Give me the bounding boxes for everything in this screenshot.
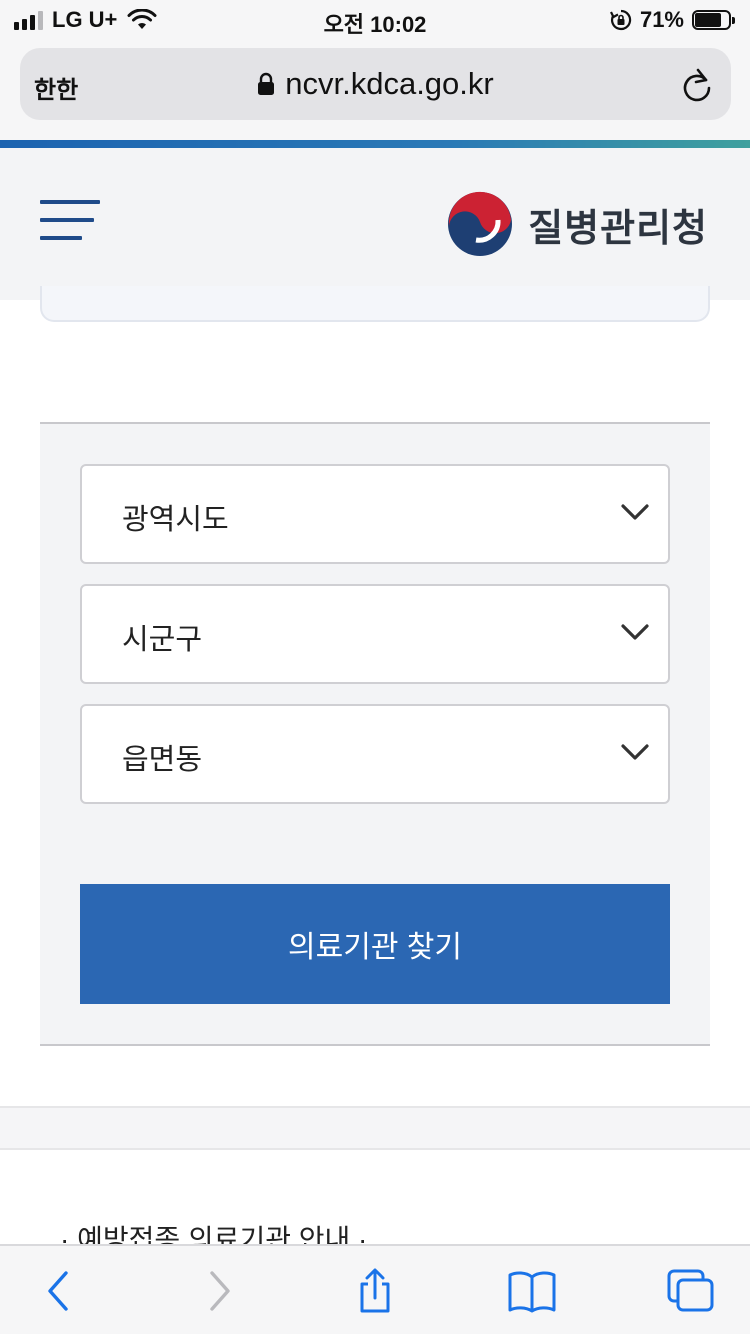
section-divider <box>0 1106 750 1150</box>
tabs-icon[interactable] <box>666 1268 716 1314</box>
back-icon[interactable] <box>34 1268 84 1314</box>
rotation-lock-icon <box>609 9 632 31</box>
status-bar: LG U+ 오전 10:02 71% <box>0 0 750 40</box>
reload-icon[interactable] <box>681 68 713 102</box>
header-accent-line <box>0 140 750 148</box>
bookmarks-icon[interactable] <box>507 1268 557 1314</box>
province-select-label: 광역시도 <box>122 504 229 536</box>
battery-icon <box>692 9 736 31</box>
previous-card <box>40 286 710 322</box>
url-text: ncvr.kdca.go.kr <box>285 66 494 101</box>
url-display[interactable]: ncvr.kdca.go.kr <box>20 66 731 102</box>
share-icon[interactable] <box>350 1268 400 1314</box>
institution-search-panel: 광역시도 시군구 읍면동 의료기관 찾기 <box>40 422 710 1046</box>
find-institution-button[interactable]: 의료기관 찾기 <box>80 884 670 1004</box>
chevron-down-icon <box>621 624 649 640</box>
province-select[interactable]: 광역시도 <box>80 464 670 564</box>
org-name: 질병관리청 <box>528 207 708 250</box>
address-bar[interactable]: 한한 ncvr.kdca.go.kr <box>20 48 731 120</box>
chevron-down-icon <box>621 744 649 760</box>
browser-chrome: 한한 ncvr.kdca.go.kr <box>0 40 750 140</box>
chevron-down-icon <box>621 504 649 520</box>
battery-percent: 71% <box>639 7 684 32</box>
site-header: 질병관리청 <box>0 148 750 300</box>
hamburger-icon[interactable] <box>40 200 102 240</box>
town-select[interactable]: 읍면동 <box>80 704 670 804</box>
browser-toolbar <box>0 1244 750 1334</box>
lock-icon <box>258 72 275 95</box>
city-select[interactable]: 시군구 <box>80 584 670 684</box>
forward-icon[interactable] <box>194 1268 244 1314</box>
town-select-label: 읍면동 <box>122 744 203 776</box>
city-select-label: 시군구 <box>122 624 203 656</box>
taegeuk-logo-icon <box>448 191 513 256</box>
kdca-logo[interactable]: 질병관리청 <box>446 190 708 258</box>
status-right: 71% <box>609 7 736 32</box>
footer-partial-text: · 예방접종 의료기관 안내 · ... <box>60 1224 399 1244</box>
